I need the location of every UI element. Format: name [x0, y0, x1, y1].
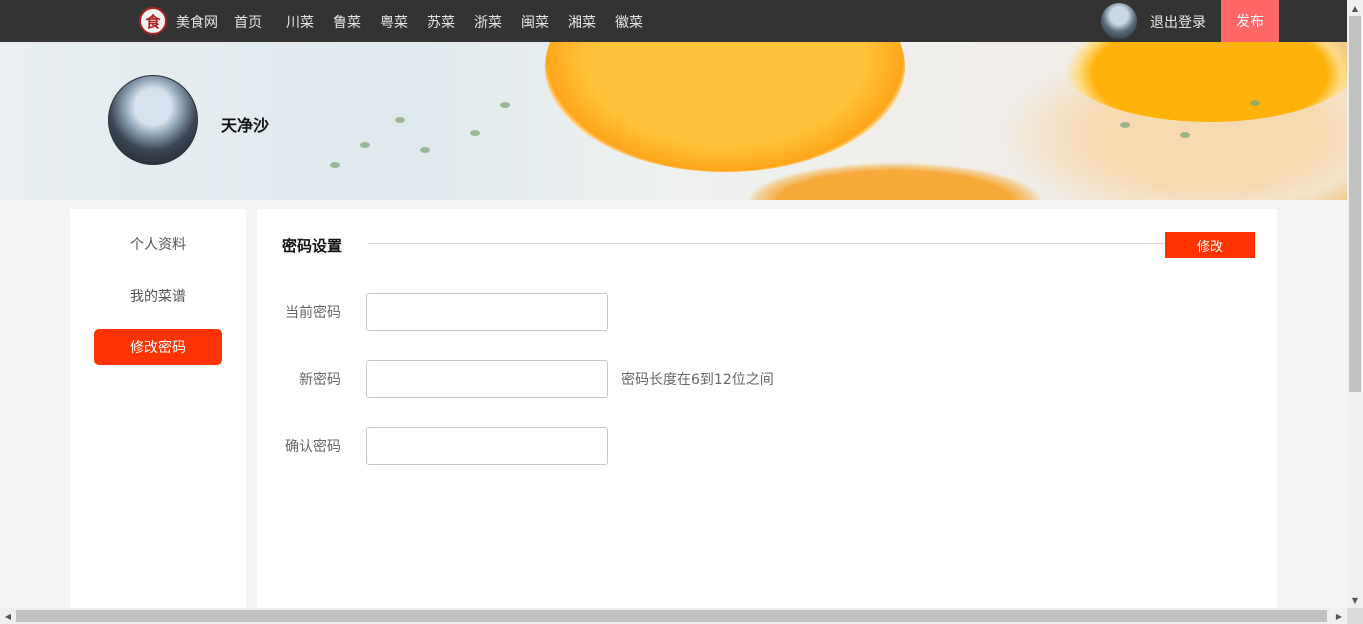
horizontal-scrollbar[interactable]: ◀ ▶	[0, 608, 1347, 624]
banner-herb	[360, 142, 370, 148]
user-avatar[interactable]	[1101, 3, 1137, 39]
sidebar-item-change-password[interactable]: 修改密码	[94, 329, 222, 365]
nav-item-zhe[interactable]: 浙菜	[474, 12, 502, 32]
site-name[interactable]: 美食网	[176, 12, 218, 32]
publish-button[interactable]: 发布	[1221, 0, 1279, 42]
category-nav: 首页 川菜 鲁菜 粤菜 苏菜 浙菜 闽菜 湘菜 徽菜	[234, 12, 662, 32]
scroll-down-icon[interactable]: ▼	[1347, 592, 1363, 608]
current-password-label: 当前密码	[285, 305, 341, 321]
profile-username: 天净沙	[221, 116, 270, 135]
vertical-scrollbar[interactable]: ▲ ▼	[1347, 0, 1363, 608]
nav-item-hui[interactable]: 徽菜	[615, 12, 643, 32]
title-divider	[368, 243, 1168, 244]
site-logo-icon[interactable]: 食	[139, 7, 167, 35]
nav-item-min[interactable]: 闽菜	[521, 12, 549, 32]
scroll-up-icon[interactable]: ▲	[1347, 0, 1363, 16]
nav-item-su[interactable]: 苏菜	[427, 12, 455, 32]
banner-herb	[1250, 100, 1260, 106]
settings-sidebar: 个人资料 我的菜谱 修改密码	[70, 209, 246, 609]
banner-herb	[470, 130, 480, 136]
banner-herb	[330, 162, 340, 168]
vertical-scroll-thumb[interactable]	[1349, 16, 1361, 392]
nav-item-lu[interactable]: 鲁菜	[333, 12, 361, 32]
nav-item-chuan[interactable]: 川菜	[286, 12, 314, 32]
new-password-input[interactable]	[366, 360, 608, 398]
new-password-label: 新密码	[299, 372, 341, 388]
top-navbar: 食 美食网 首页 川菜 鲁菜 粤菜 苏菜 浙菜 闽菜 湘菜 徽菜 退出登录 发布	[0, 0, 1347, 42]
banner-herb	[1180, 132, 1190, 138]
profile-avatar[interactable]	[108, 75, 198, 165]
scroll-left-icon[interactable]: ◀	[0, 608, 16, 624]
scrollbar-corner	[1347, 608, 1363, 624]
current-password-input[interactable]	[366, 293, 608, 331]
horizontal-scroll-thumb[interactable]	[16, 610, 1327, 622]
confirm-password-input[interactable]	[366, 427, 608, 465]
confirm-password-label: 确认密码	[285, 439, 341, 455]
scroll-right-icon[interactable]: ▶	[1331, 608, 1347, 624]
banner-herb	[1120, 122, 1130, 128]
banner-herb	[420, 147, 430, 153]
panel-title: 密码设置	[282, 237, 343, 255]
profile-banner	[0, 42, 1347, 200]
nav-item-xiang[interactable]: 湘菜	[568, 12, 596, 32]
nav-item-home[interactable]: 首页	[234, 12, 262, 32]
banner-herb	[500, 102, 510, 108]
nav-item-yue[interactable]: 粤菜	[380, 12, 408, 32]
banner-herb	[395, 117, 405, 123]
password-length-hint: 密码长度在6到12位之间	[621, 372, 774, 388]
logout-link[interactable]: 退出登录	[1150, 12, 1206, 32]
sidebar-item-my-recipes[interactable]: 我的菜谱	[94, 278, 222, 314]
edit-button[interactable]: 修改	[1165, 232, 1255, 258]
sidebar-item-profile[interactable]: 个人资料	[94, 226, 222, 262]
password-settings-panel: 密码设置 修改 当前密码 新密码 密码长度在6到12位之间 确认密码	[257, 209, 1277, 609]
banner-orange-image	[545, 42, 905, 172]
